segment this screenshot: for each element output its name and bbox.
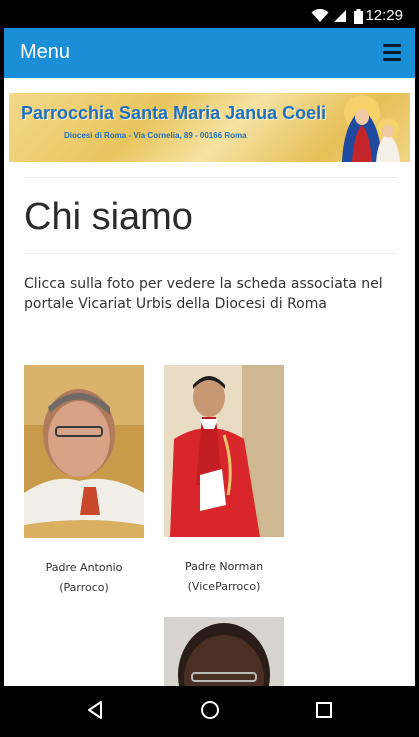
- hamburger-menu-icon[interactable]: [383, 44, 401, 61]
- clock: 12:29: [365, 7, 403, 24]
- page-title: Chi siamo: [24, 196, 193, 238]
- status-bar: 12:29: [4, 4, 415, 28]
- clergy-photo-norman[interactable]: [164, 365, 284, 537]
- banner-title: Parrocchia Santa Maria Janua Coeli: [21, 103, 327, 123]
- banner-subtitle: Diocesi di Roma - Via Cornelia, 89 - 001…: [64, 131, 247, 140]
- clergy-photo-3[interactable]: [164, 617, 284, 686]
- back-icon[interactable]: [84, 698, 108, 722]
- navigation-bar: [4, 686, 415, 733]
- battery-icon: [354, 9, 363, 24]
- page-content: Parrocchia Santa Maria Janua Coeli Dioce…: [4, 78, 415, 686]
- portrait-image: [24, 365, 144, 538]
- clergy-photo-antonio[interactable]: [24, 365, 144, 538]
- clergy-caption: Padre Antonio (Parroco): [24, 558, 144, 598]
- wifi-icon: [311, 9, 329, 22]
- recents-icon[interactable]: [312, 698, 336, 722]
- app-header: Menu: [4, 28, 415, 78]
- parish-banner[interactable]: Parrocchia Santa Maria Janua Coeli Dioce…: [9, 93, 410, 162]
- menu-title[interactable]: Menu: [20, 41, 70, 64]
- clergy-caption: Padre Norman (ViceParroco): [164, 557, 284, 597]
- madonna-image: [342, 95, 400, 162]
- clergy-role: (ViceParroco): [187, 580, 261, 593]
- divider: [24, 253, 397, 254]
- divider: [24, 177, 397, 178]
- home-icon[interactable]: [198, 698, 222, 722]
- clergy-role: (Parroco): [59, 581, 109, 594]
- portrait-image: [164, 617, 284, 686]
- intro-text: Clicca sulla foto per vedere la scheda a…: [24, 276, 383, 312]
- clergy-name: Padre Norman: [184, 560, 264, 573]
- signal-icon: [334, 10, 346, 22]
- clergy-name: Padre Antonio: [45, 561, 123, 574]
- portrait-image: [164, 365, 284, 537]
